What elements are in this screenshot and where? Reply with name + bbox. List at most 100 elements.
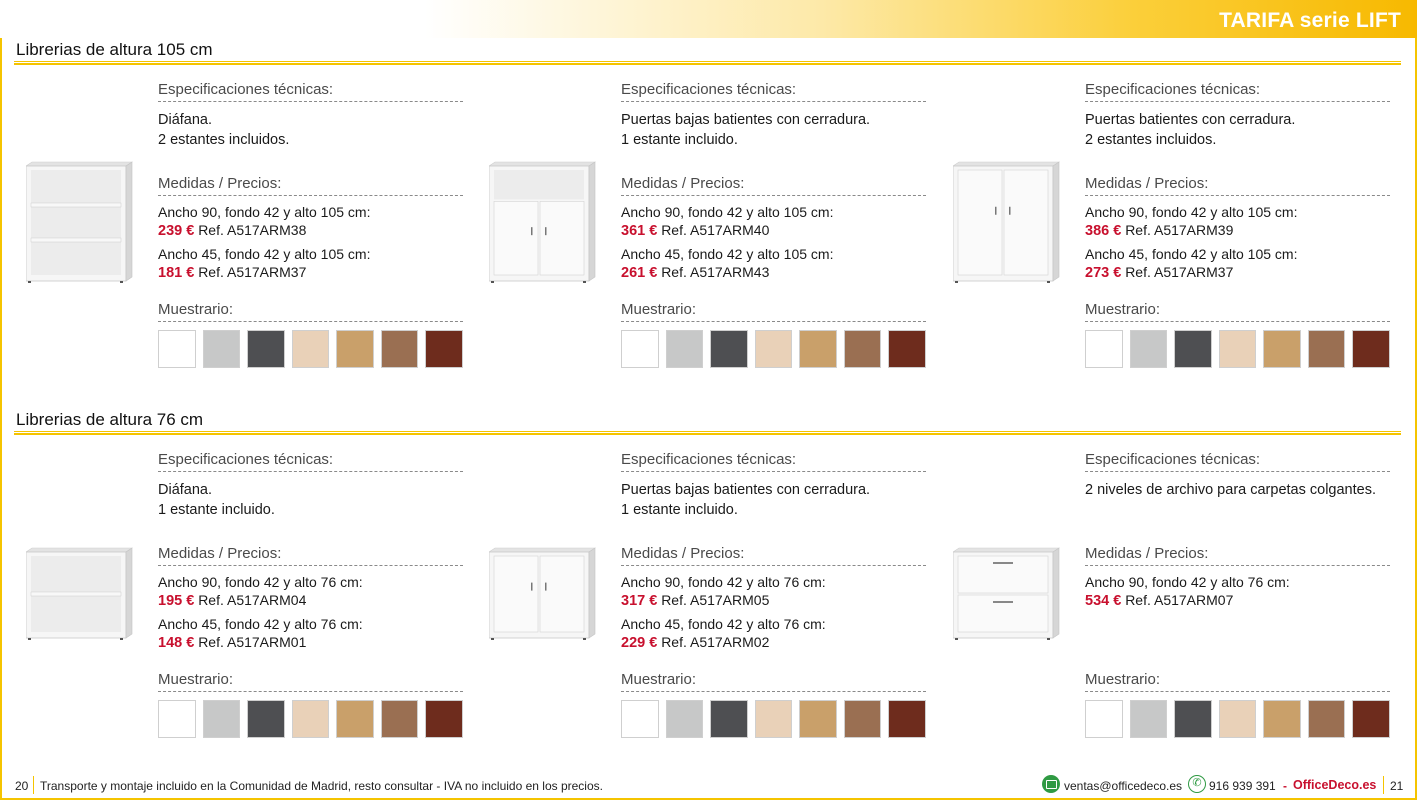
price-value: 229 € <box>621 634 658 651</box>
color-swatch[interactable] <box>621 330 659 368</box>
price-value: 239 € <box>158 222 195 239</box>
color-swatch[interactable] <box>291 700 330 738</box>
price-value: 273 € <box>1085 264 1122 281</box>
price-dimensions: Ancho 45, fondo 42 y alto 76 cm: <box>158 616 363 632</box>
brand-link[interactable]: OfficeDeco.es <box>1293 778 1376 792</box>
color-swatch[interactable] <box>1352 330 1391 368</box>
color-swatch[interactable] <box>1129 700 1168 738</box>
footer-email-link[interactable]: ventas@officedeco.es <box>1064 779 1182 793</box>
mail-icon <box>1042 775 1060 793</box>
color-swatch[interactable] <box>754 330 793 368</box>
price-value: 317 € <box>621 592 658 609</box>
color-swatch[interactable] <box>158 330 196 368</box>
color-swatch[interactable] <box>425 330 464 368</box>
price-row: Ancho 90, fondo 42 y alto 76 cm: 317 € Re… <box>621 574 926 610</box>
color-swatch[interactable] <box>843 330 882 368</box>
spec-line: 1 estante incluido. <box>621 502 738 518</box>
color-swatch[interactable] <box>1263 330 1301 368</box>
swatch-heading: Muestrario: <box>158 670 463 692</box>
product-image <box>488 160 597 285</box>
color-swatch[interactable] <box>1263 700 1301 738</box>
color-swatch[interactable] <box>202 330 241 368</box>
price-list: Ancho 90, fondo 42 y alto 76 cm: 195 € Re… <box>158 574 463 652</box>
price-line: 534 € Ref. A517ARM07 <box>1085 592 1390 611</box>
swatch-list <box>158 330 464 368</box>
color-swatch[interactable] <box>1218 330 1257 368</box>
price-dimensions: Ancho 45, fondo 42 y alto 105 cm: <box>1085 246 1298 262</box>
color-swatch[interactable] <box>1085 330 1123 368</box>
price-line: 361 € Ref. A517ARM40 <box>621 222 926 241</box>
swatch-panel: Muestrario: <box>1085 670 1391 738</box>
color-swatch[interactable] <box>888 700 927 738</box>
color-swatch[interactable] <box>247 700 285 738</box>
color-swatch[interactable] <box>754 700 793 738</box>
product-ref: Ref. A517ARM37 <box>198 263 307 280</box>
spec-heading: Especificaciones técnicas: <box>1085 450 1390 472</box>
spec-heading: Especificaciones técnicas: <box>158 80 463 102</box>
color-swatch[interactable] <box>799 700 837 738</box>
product-ref: Ref. A517ARM01 <box>198 633 307 650</box>
product-info: Especificaciones técnicas: Diáfana. 1 esta… <box>158 450 464 738</box>
price-line: 261 € Ref. A517ARM43 <box>621 264 926 283</box>
price-line: 317 € Ref. A517ARM05 <box>621 592 926 611</box>
color-swatch[interactable] <box>202 700 241 738</box>
color-swatch[interactable] <box>1174 330 1212 368</box>
price-line: 273 € Ref. A517ARM37 <box>1085 264 1390 283</box>
product-ref: Ref. A517ARM07 <box>1125 591 1234 608</box>
product-card: Especificaciones técnicas: 2 niveles de a… <box>952 450 1417 760</box>
footer-divider <box>1383 776 1384 794</box>
header-banner: TARIFA serie LIFT <box>0 0 1417 38</box>
footer-note: Transporte y montaje incluido en la Comu… <box>40 779 603 793</box>
color-swatch[interactable] <box>799 330 837 368</box>
color-swatch[interactable] <box>1129 330 1168 368</box>
product-image <box>25 160 134 285</box>
swatch-heading: Muestrario: <box>1085 670 1390 692</box>
section-title: Librerias de altura 105 cm <box>16 40 213 59</box>
price-row: Ancho 45, fondo 42 y alto 76 cm: 148 € Re… <box>158 616 463 652</box>
product-ref: Ref. A517ARM43 <box>661 263 770 280</box>
color-swatch[interactable] <box>380 330 419 368</box>
spec-heading: Especificaciones técnicas: <box>621 450 926 472</box>
footer-dash: - <box>1283 779 1287 793</box>
color-swatch[interactable] <box>380 700 419 738</box>
color-swatch[interactable] <box>710 330 748 368</box>
product-card: Especificaciones técnicas: Puertas bajas … <box>488 80 959 390</box>
color-swatch[interactable] <box>1218 700 1257 738</box>
color-swatch[interactable] <box>665 700 704 738</box>
swatch-panel: Muestrario: <box>158 300 464 368</box>
color-swatch[interactable] <box>665 330 704 368</box>
color-swatch[interactable] <box>888 330 927 368</box>
product-card: Especificaciones técnicas: Puertas batien… <box>952 80 1417 390</box>
color-swatch[interactable] <box>1085 700 1123 738</box>
price-value: 261 € <box>621 264 658 281</box>
product-ref: Ref. A517ARM04 <box>198 591 307 608</box>
price-dimensions: Ancho 90, fondo 42 y alto 105 cm: <box>621 204 834 220</box>
color-swatch[interactable] <box>1352 700 1391 738</box>
swatch-list <box>621 700 927 738</box>
spec-text: Puertas bajas batientes con cerradura. 1 … <box>621 480 926 520</box>
product-image <box>488 530 597 650</box>
spec-text: Puertas batientes con cerradura. 2 estant… <box>1085 110 1390 150</box>
product-ref: Ref. A517ARM37 <box>1125 263 1234 280</box>
color-swatch[interactable] <box>336 700 374 738</box>
color-swatch[interactable] <box>1307 330 1346 368</box>
price-dimensions: Ancho 45, fondo 42 y alto 105 cm: <box>158 246 371 262</box>
spec-line: Puertas bajas batientes con cerradura. <box>621 112 871 128</box>
prices-heading: Medidas / Precios: <box>1085 544 1390 566</box>
color-swatch[interactable] <box>425 700 464 738</box>
color-swatch[interactable] <box>1174 700 1212 738</box>
color-swatch[interactable] <box>158 700 196 738</box>
color-swatch[interactable] <box>710 700 748 738</box>
spec-line: 2 estantes incluidos. <box>1085 132 1217 148</box>
color-swatch[interactable] <box>1307 700 1346 738</box>
color-swatch[interactable] <box>336 330 374 368</box>
color-swatch[interactable] <box>291 330 330 368</box>
spec-heading: Especificaciones técnicas: <box>158 450 463 472</box>
price-row: Ancho 90, fondo 42 y alto 105 cm: 361 € R… <box>621 204 926 240</box>
price-dimensions: Ancho 90, fondo 42 y alto 76 cm: <box>621 574 826 590</box>
price-list: Ancho 90, fondo 42 y alto 105 cm: 386 € R… <box>1085 204 1390 282</box>
color-swatch[interactable] <box>621 700 659 738</box>
color-swatch[interactable] <box>843 700 882 738</box>
color-swatch[interactable] <box>247 330 285 368</box>
product-info: Especificaciones técnicas: Puertas batien… <box>1085 80 1391 368</box>
